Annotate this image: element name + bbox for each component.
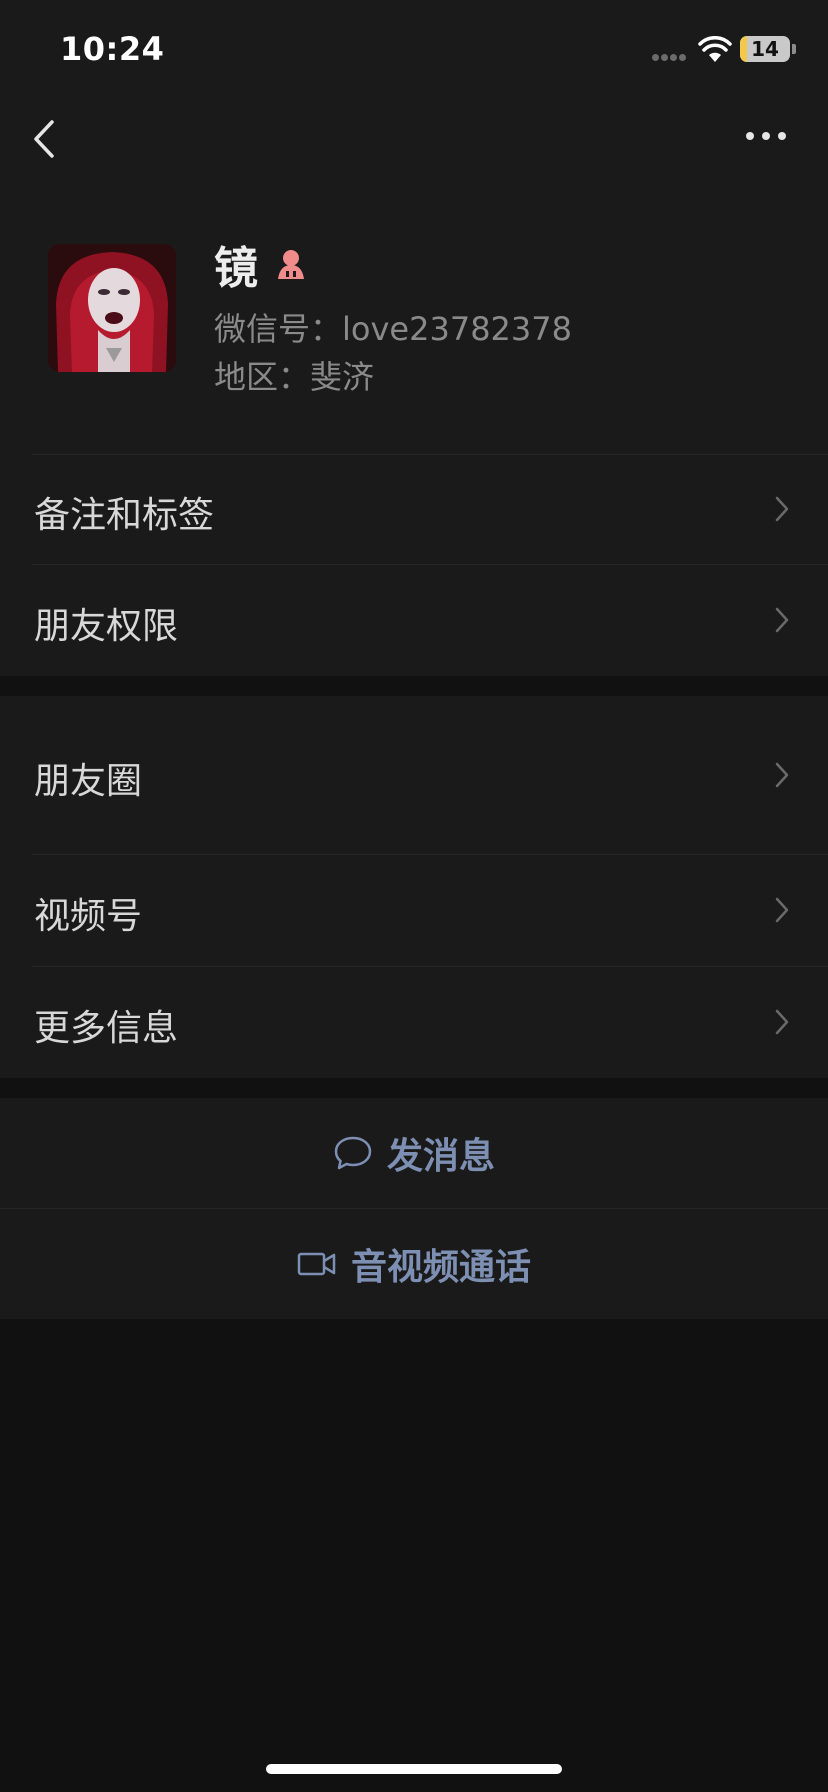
send-message-label: 发消息 [386,1136,495,1177]
chevron-right-icon [775,897,789,923]
battery-level-text: 14 [751,37,779,61]
cell-moments[interactable]: 朋友圈 [0,696,828,854]
cell-label: 朋友圈 [34,761,143,802]
status-time: 10:24 [60,30,165,68]
avatar-image [48,244,176,372]
profile-header: 镜 微信号：love23782378 地区：斐济 [0,186,828,454]
navigation-bar [0,96,828,186]
chevron-right-icon [775,496,789,522]
send-message-button[interactable]: 发消息 [0,1098,828,1208]
settings-group-1: 备注和标签 朋友权限 [0,454,828,676]
audio-video-call-button[interactable]: 音视频通话 [0,1209,828,1319]
contact-profile-screen: 10:24 14 镜 微信号：love23782378 地区：斐济 备注和标签 … [0,0,828,1792]
settings-group-2: 朋友圈 视频号 更多信息 [0,696,828,1078]
cell-label: 视频号 [34,896,143,937]
chevron-right-icon [775,1009,789,1035]
female-icon [278,250,304,279]
cell-more-info[interactable]: 更多信息 [0,967,828,1078]
name-row: 镜 [214,236,308,294]
wechat-id-value: love23782378 [342,310,572,348]
cell-channels[interactable]: 视频号 [0,855,828,966]
chevron-right-icon [775,607,789,633]
status-bar: 10:24 14 [0,0,828,96]
wechat-id-label: 微信号： [214,310,343,348]
cell-label: 备注和标签 [34,495,215,536]
cell-friend-permissions[interactable]: 朋友权限 [0,565,828,676]
battery-icon: 14 [740,36,790,62]
region-label: 地区： [214,358,311,396]
audio-video-call-label: 音视频通话 [350,1247,531,1288]
cell-label: 朋友权限 [34,606,179,647]
video-camera-icon [297,1252,336,1276]
cell-remarks-and-tags[interactable]: 备注和标签 [0,454,828,564]
cell-label: 更多信息 [34,1008,179,1049]
home-indicator[interactable] [266,1764,562,1774]
chat-bubble-icon [334,1136,372,1170]
region-value: 斐济 [310,358,375,396]
wechat-id-row: 微信号：love23782378 [214,304,572,350]
wifi-icon [698,36,732,62]
chevron-right-icon [775,762,789,788]
battery-tip [792,44,796,54]
region-row: 地区：斐济 [214,352,374,398]
back-arrow-icon[interactable] [24,114,64,164]
profile-name: 镜 [214,243,258,294]
cellular-signal-icon [652,54,690,62]
avatar[interactable] [48,244,176,372]
more-options-icon[interactable] [742,116,790,156]
